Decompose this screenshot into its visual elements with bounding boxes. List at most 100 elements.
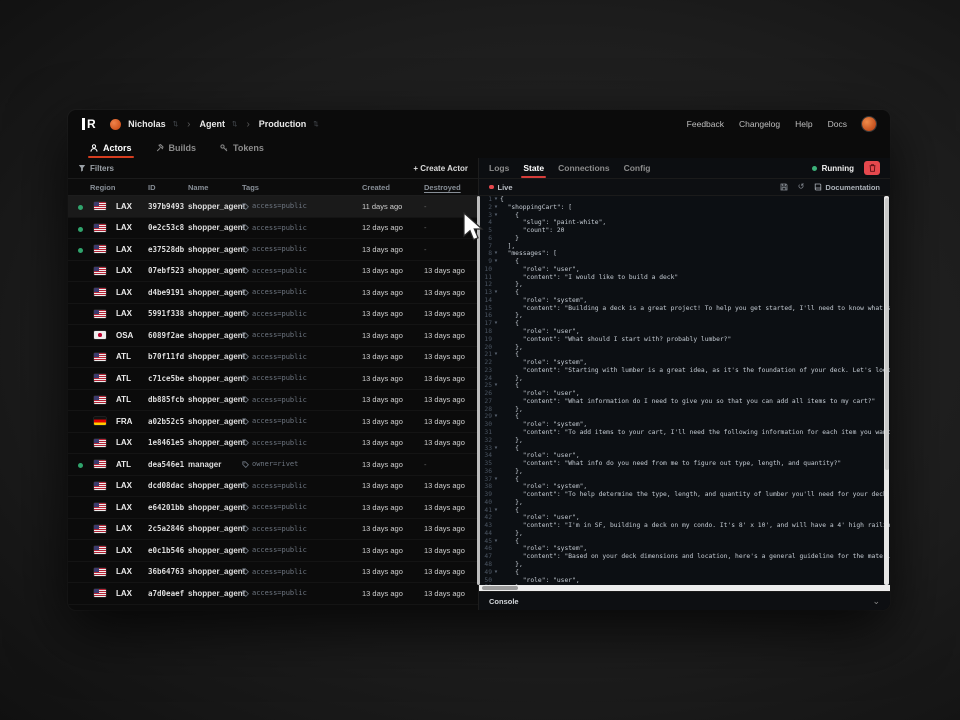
fold-caret-icon[interactable] [492, 274, 500, 282]
fold-caret-icon[interactable] [492, 499, 500, 507]
table-row[interactable]: LAX 07ebf523 shopper_agent access=public… [68, 261, 478, 283]
fold-caret-icon[interactable]: ▼ [492, 250, 500, 258]
chevron-updown-icon[interactable]: ⇅ [232, 120, 237, 128]
fold-caret-icon[interactable] [492, 281, 500, 289]
filters-button[interactable]: Filters [90, 164, 114, 173]
fold-caret-icon[interactable] [492, 421, 500, 429]
table-row[interactable]: LAX e0c1b546 shopper_agent access=public… [68, 540, 478, 562]
fold-caret-icon[interactable]: ▼ [492, 569, 500, 577]
tab-logs[interactable]: Logs [489, 158, 509, 178]
breadcrumb-project[interactable]: Agent [199, 119, 225, 129]
fold-caret-icon[interactable] [492, 452, 500, 460]
table-row[interactable]: LAX d4be9191 shopper_agent access=public… [68, 282, 478, 304]
filter-funnel-icon[interactable] [78, 164, 86, 172]
fold-caret-icon[interactable] [492, 398, 500, 406]
fold-caret-icon[interactable]: ▼ [492, 212, 500, 220]
chevron-updown-icon[interactable]: ⇅ [173, 120, 178, 128]
tab-tokens[interactable]: Tokens [220, 138, 264, 158]
user-avatar[interactable] [862, 117, 876, 131]
table-row[interactable]: ATL b70f11fd shopper_agent access=public… [68, 347, 478, 369]
table-row[interactable]: FRA a02b52c5 shopper_agent access=public… [68, 411, 478, 433]
table-row[interactable]: ATL c71ce5be shopper_agent access=public… [68, 368, 478, 390]
refresh-icon[interactable]: ↺ [798, 183, 805, 191]
tab-connections[interactable]: Connections [558, 158, 609, 178]
table-row[interactable]: ATL dea546e1 manager owner=rivet 13 days… [68, 454, 478, 476]
fold-caret-icon[interactable] [492, 483, 500, 491]
nav-link-changelog[interactable]: Changelog [739, 119, 780, 129]
fold-caret-icon[interactable] [492, 328, 500, 336]
breadcrumb-environment[interactable]: Production [259, 119, 307, 129]
tab-builds[interactable]: Builds [156, 138, 197, 158]
fold-caret-icon[interactable] [492, 227, 500, 235]
fold-caret-icon[interactable]: ▼ [492, 196, 500, 204]
fold-caret-icon[interactable] [492, 429, 500, 437]
fold-caret-icon[interactable] [492, 522, 500, 530]
fold-caret-icon[interactable] [492, 437, 500, 445]
table-row[interactable]: LAX 1e8461e5 shopper_agent access=public… [68, 433, 478, 455]
documentation-link[interactable]: Documentation [814, 183, 880, 192]
chevron-updown-icon[interactable]: ⇅ [313, 120, 318, 128]
fold-caret-icon[interactable] [492, 460, 500, 468]
fold-caret-icon[interactable] [492, 561, 500, 569]
save-icon[interactable] [780, 183, 788, 191]
console-bar[interactable]: Console ⌄ [479, 591, 890, 610]
table-row[interactable]: LAX e64201bb shopper_agent access=public… [68, 497, 478, 519]
fold-caret-icon[interactable]: ▼ [492, 351, 500, 359]
fold-caret-icon[interactable] [492, 390, 500, 398]
table-row[interactable]: ATL db885fcb shopper_agent access=public… [68, 390, 478, 412]
table-row[interactable]: LAX 36b64763 shopper_agent access=public… [68, 562, 478, 584]
table-row[interactable]: LAX dcd08dac shopper_agent access=public… [68, 476, 478, 498]
fold-caret-icon[interactable] [492, 243, 500, 251]
fold-caret-icon[interactable]: ▼ [492, 445, 500, 453]
fold-caret-icon[interactable] [492, 514, 500, 522]
fold-caret-icon[interactable]: ▼ [492, 413, 500, 421]
column-header-created[interactable]: Created [362, 183, 420, 192]
table-row[interactable]: OSA 6089f2ae shopper_agent access=public… [68, 325, 478, 347]
fold-caret-icon[interactable] [492, 359, 500, 367]
fold-caret-icon[interactable] [492, 530, 500, 538]
fold-caret-icon[interactable] [492, 219, 500, 227]
vertical-scrollbar-thumb[interactable] [885, 198, 889, 470]
chevron-down-icon[interactable]: ⌄ [872, 598, 880, 604]
fold-caret-icon[interactable] [492, 235, 500, 243]
breadcrumb-workspace[interactable]: Nicholas [128, 119, 166, 129]
fold-caret-icon[interactable] [492, 468, 500, 476]
tab-state[interactable]: State [523, 158, 544, 178]
fold-caret-icon[interactable]: ▼ [492, 258, 500, 266]
fold-caret-icon[interactable]: ▼ [492, 320, 500, 328]
nav-link-help[interactable]: Help [795, 119, 812, 129]
fold-caret-icon[interactable] [492, 344, 500, 352]
column-header-name[interactable]: Name [188, 183, 238, 192]
column-header-id[interactable]: ID [148, 183, 184, 192]
table-row[interactable]: LAX 5991f338 shopper_agent access=public… [68, 304, 478, 326]
fold-caret-icon[interactable] [492, 312, 500, 320]
fold-caret-icon[interactable] [492, 367, 500, 375]
fold-caret-icon[interactable] [492, 305, 500, 313]
fold-caret-icon[interactable]: ▼ [492, 382, 500, 390]
table-row[interactable]: LAX e37528db shopper_agent access=public… [68, 239, 478, 261]
table-row[interactable]: LAX a7d0eaef shopper_agent access=public… [68, 583, 478, 605]
column-header-region[interactable]: Region [78, 183, 144, 192]
tab-actors[interactable]: Actors [90, 138, 132, 158]
table-row[interactable]: LAX 0e2c53c8 shopper_agent access=public… [68, 218, 478, 240]
fold-caret-icon[interactable] [492, 545, 500, 553]
fold-caret-icon[interactable] [492, 297, 500, 305]
fold-caret-icon[interactable] [492, 375, 500, 383]
table-scrollbar[interactable] [477, 196, 480, 585]
fold-caret-icon[interactable] [492, 336, 500, 344]
table-row[interactable]: LAX 397b9493 shopper_agent access=public… [68, 196, 478, 218]
fold-caret-icon[interactable]: ▼ [492, 289, 500, 297]
fold-caret-icon[interactable]: ▼ [492, 538, 500, 546]
nav-link-docs[interactable]: Docs [828, 119, 847, 129]
destroy-actor-button[interactable] [864, 161, 880, 175]
create-actor-button[interactable]: + Create Actor [413, 164, 468, 173]
fold-caret-icon[interactable]: ▼ [492, 204, 500, 212]
fold-caret-icon[interactable] [492, 553, 500, 561]
horizontal-scrollbar-thumb[interactable] [482, 586, 518, 590]
fold-caret-icon[interactable] [492, 491, 500, 499]
fold-caret-icon[interactable]: ▼ [492, 507, 500, 515]
column-header-destroyed[interactable]: Destroyed [424, 183, 468, 192]
fold-caret-icon[interactable] [492, 266, 500, 274]
vertical-scrollbar[interactable] [884, 196, 889, 585]
nav-link-feedback[interactable]: Feedback [687, 119, 724, 129]
